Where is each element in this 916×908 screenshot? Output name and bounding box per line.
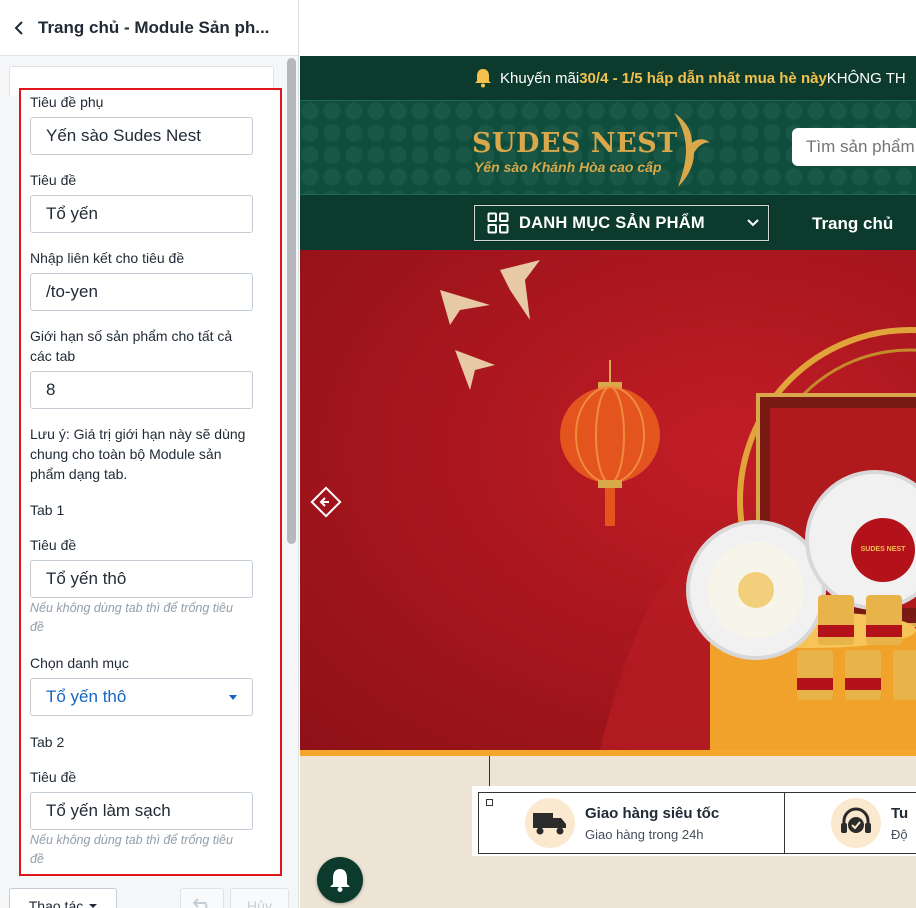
tab2-title-input[interactable] bbox=[30, 792, 253, 830]
product-limit-label-cont: các tab bbox=[30, 348, 76, 364]
category-menu-button[interactable]: DANH MỤC SẢN PHẨM bbox=[474, 205, 769, 241]
undo-button[interactable] bbox=[180, 888, 224, 908]
chevron-left-icon bbox=[14, 20, 23, 35]
editor-scrollbar[interactable] bbox=[287, 58, 296, 544]
editor-title: Trang chủ - Module Sản ph... bbox=[38, 17, 270, 37]
subtitle-input[interactable] bbox=[30, 117, 253, 155]
feature-subtitle: Giao hàng trong 24h bbox=[585, 826, 704, 842]
title-link-label: Nhập liên kết cho tiêu đề bbox=[30, 250, 185, 266]
limit-note-line2: chung cho toàn bộ Module sản bbox=[30, 446, 222, 462]
feature-card: Giao hàng siêu tốc Giao hàng trong 24h bbox=[478, 792, 785, 854]
swallow-icon bbox=[440, 260, 540, 390]
swallow-logo-icon bbox=[674, 113, 710, 187]
limit-note-line3: phẩm dạng tab. bbox=[30, 466, 128, 482]
editor-panel: Trang chủ - Module Sản ph... Tiêu đề phụ… bbox=[0, 0, 299, 908]
site-preview: Khuyến mãi 30/4 - 1/5 hấp dẫn nhất mua h… bbox=[300, 0, 916, 908]
cancel-button[interactable]: Hủy bbox=[230, 888, 289, 908]
limit-note: Lưu ý: Giá trị giới hạn này sẽ dùng bbox=[30, 426, 246, 442]
tab2-title-label: Tiêu đề bbox=[30, 769, 77, 785]
tab1-hint-line2: đề bbox=[30, 620, 44, 634]
notification-bell-button[interactable] bbox=[317, 857, 363, 903]
feature-card: Tu Độ bbox=[785, 792, 916, 854]
module-settings-form: Tiêu đề phụ Tiêu đề Nhập liên kết cho ti… bbox=[19, 88, 282, 876]
promo-bar: Khuyến mãi 30/4 - 1/5 hấp dẫn nhất mua h… bbox=[300, 56, 916, 100]
search-input[interactable] bbox=[792, 128, 916, 166]
slider-prev-arrow-icon[interactable] bbox=[310, 486, 342, 518]
promo-prefix: Khuyến mãi bbox=[500, 69, 580, 87]
tab2-hint: Nếu không dùng tab thì để trống tiêu bbox=[30, 833, 233, 847]
feature-title: Giao hàng siêu tốc bbox=[585, 804, 720, 822]
support-headset-icon bbox=[831, 798, 881, 848]
tab2-hint-line2: đề bbox=[30, 852, 44, 866]
title-link-input[interactable] bbox=[30, 273, 253, 311]
promo-highlight: 30/4 - 1/5 hấp dẫn nhất mua hè này bbox=[579, 69, 827, 87]
logo-brand[interactable]: SUDES NEST bbox=[472, 128, 678, 159]
actions-button[interactable]: Thao tác bbox=[9, 888, 117, 908]
tab1-category-value: Tổ yến thô bbox=[46, 687, 127, 706]
nav-bar: DANH MỤC SẢN PHẨM Trang chủ bbox=[300, 195, 916, 250]
title-label: Tiêu đề bbox=[30, 172, 77, 188]
site-header: SUDES NEST Yến sào Khánh Hòa cao cấp bbox=[300, 100, 916, 195]
back-button[interactable] bbox=[0, 0, 38, 56]
resize-handle[interactable] bbox=[486, 799, 493, 806]
category-menu-label: DANH MỤC SẢN PHẨM bbox=[519, 213, 705, 232]
delivery-truck-icon bbox=[525, 798, 575, 848]
tab1-hint: Nếu không dùng tab thì để trống tiêu bbox=[30, 601, 233, 615]
features-section: Giao hàng siêu tốc Giao hàng trong 24h T… bbox=[300, 756, 916, 908]
title-input[interactable] bbox=[30, 195, 253, 233]
undo-icon bbox=[193, 898, 208, 908]
editor-bottom-bar: Thao tác Hủy bbox=[0, 877, 298, 908]
feature-title: Tu bbox=[891, 804, 909, 822]
caret-down-icon bbox=[89, 904, 98, 908]
caret-down-icon bbox=[229, 694, 237, 700]
bell-icon bbox=[330, 869, 350, 892]
actions-label: Thao tác bbox=[28, 898, 84, 908]
resize-handle-line bbox=[489, 756, 490, 786]
tab1-category-label: Chọn danh mục bbox=[30, 655, 129, 671]
product-limit-label: Giới hạn số sản phẩm cho tất cả bbox=[30, 328, 233, 344]
promo-suffix: KHÔNG TH bbox=[826, 69, 906, 87]
feature-subtitle: Độ bbox=[891, 826, 908, 842]
tab1-category-select[interactable]: Tổ yến thô bbox=[30, 678, 253, 716]
product-limit-input[interactable] bbox=[30, 371, 253, 409]
tab1-title-label: Tiêu đề bbox=[30, 537, 77, 553]
subtitle-label: Tiêu đề phụ bbox=[30, 94, 104, 110]
tab1-heading: Tab 1 bbox=[30, 502, 65, 518]
gift-box-brand: SUDES NEST bbox=[860, 546, 906, 553]
editor-header: Trang chủ - Module Sản ph... bbox=[0, 0, 298, 56]
nav-home-link[interactable]: Trang chủ bbox=[812, 214, 893, 234]
features-row: Giao hàng siêu tốc Giao hàng trong 24h T… bbox=[472, 786, 916, 856]
tab2-heading: Tab 2 bbox=[30, 734, 65, 750]
chevron-down-icon bbox=[747, 219, 759, 227]
bell-icon bbox=[475, 69, 491, 88]
hero-banner[interactable]: SUDES NEST bbox=[300, 250, 916, 750]
tab1-title-input[interactable] bbox=[30, 560, 253, 598]
banner-illustration bbox=[440, 260, 916, 750]
grid-icon bbox=[487, 212, 509, 234]
logo-tagline: Yến sào Khánh Hòa cao cấp bbox=[474, 159, 662, 175]
